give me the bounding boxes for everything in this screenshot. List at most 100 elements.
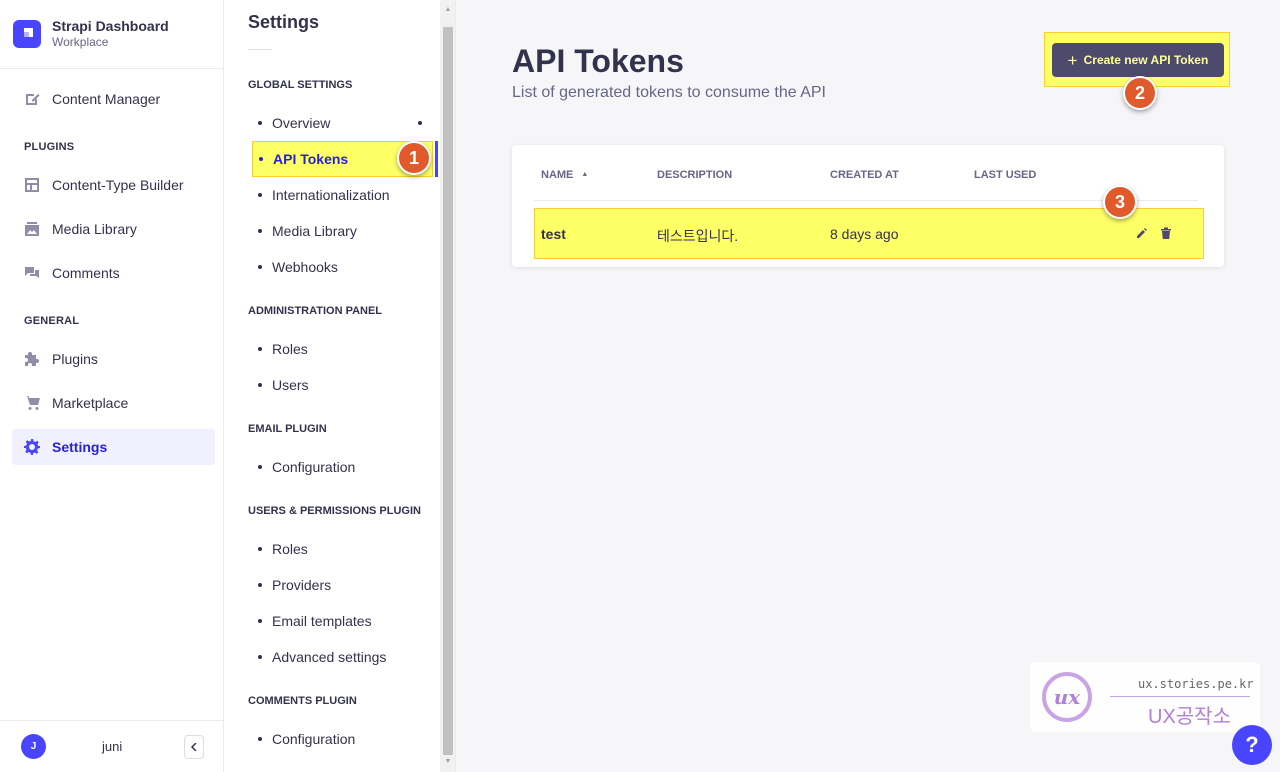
annotation-badge-2: 2 (1123, 76, 1157, 110)
column-header-last-used: LAST USED (974, 169, 1037, 181)
settings-subnav: Settings GLOBAL SETTINGS Overview API To… (224, 0, 456, 772)
subnav-item-label: Webhooks (272, 259, 338, 275)
scrollbar-thumb[interactable] (443, 27, 453, 755)
bullet (259, 157, 263, 161)
plus-icon: + (1067, 50, 1078, 70)
subnav-item-label: Users (272, 377, 309, 393)
bullet (258, 583, 262, 587)
brand-title: Strapi Dashboard (52, 18, 169, 34)
subnav-item-label: Media Library (272, 223, 357, 239)
subnav-item-roles[interactable]: Roles (252, 331, 438, 367)
bullet (258, 383, 262, 387)
subnav-item-label: Providers (272, 577, 332, 593)
image-icon (23, 220, 41, 238)
active-indicator (435, 141, 438, 177)
watermark-divider (1110, 696, 1250, 697)
nav-content-type-builder[interactable]: Content-Type Builder (12, 167, 215, 203)
bullet (258, 265, 262, 269)
pen-note-icon (23, 90, 41, 108)
subnav-item-overview[interactable]: Overview (252, 105, 438, 141)
bullet (258, 547, 262, 551)
nav-plugins-label: Plugins (52, 351, 98, 367)
subnav-item-internationalization[interactable]: Internationalization (252, 177, 438, 213)
collapse-sidebar-button[interactable] (184, 735, 204, 759)
subnav-item-label: Overview (272, 115, 331, 131)
nav-marketplace[interactable]: Marketplace (12, 385, 215, 421)
nav-comments-label: Comments (52, 265, 120, 281)
annotation-badge-3: 3 (1103, 185, 1137, 219)
nav-settings[interactable]: Settings (12, 429, 215, 465)
brand-header: Strapi Dashboard Workplace (0, 0, 223, 69)
nav-plugins[interactable]: Plugins (12, 341, 215, 377)
watermark-url: ux.stories.pe.kr (1138, 677, 1254, 691)
watermark-name: UX공작소 (1148, 706, 1231, 728)
section-administration-panel: ADMINISTRATION PANEL (248, 305, 383, 317)
table-row[interactable]: test 테스트입니다. 8 days ago (534, 208, 1204, 259)
subnav-item-comments-configuration[interactable]: Configuration (252, 721, 438, 757)
pencil-icon[interactable] (1135, 226, 1149, 240)
subnav-item-label: API Tokens (273, 151, 349, 167)
cell-description: 테스트입니다. (657, 228, 739, 244)
trash-icon[interactable] (1159, 226, 1173, 240)
subnav-title: Settings (248, 12, 320, 32)
nav-media-library[interactable]: Media Library (12, 211, 215, 247)
page-title: API Tokens (512, 43, 684, 79)
scroll-up-arrow-icon[interactable]: ▲ (443, 5, 453, 15)
sort-ascending-icon[interactable]: ▲ (581, 171, 588, 178)
cell-name: test (541, 226, 566, 242)
puzzle-icon (23, 350, 41, 368)
subnav-item-media-library[interactable]: Media Library (252, 213, 438, 249)
bullet (258, 121, 262, 125)
nav-section-general: GENERAL (24, 315, 80, 327)
nav-section-plugins: PLUGINS (24, 141, 75, 153)
brand-subtitle: Workplace (52, 35, 109, 49)
table-header-divider (534, 200, 1198, 201)
subnav-item-label: Roles (272, 341, 308, 357)
bullet (258, 347, 262, 351)
section-comments-plugin: COMMENTS PLUGIN (248, 695, 357, 707)
subnav-item-email-configuration[interactable]: Configuration (252, 449, 438, 485)
bullet (258, 193, 262, 197)
watermark-logo: ux (1042, 672, 1092, 722)
subnav-item-email-templates[interactable]: Email templates (252, 603, 438, 639)
subnav-item-label: Advanced settings (272, 649, 387, 665)
main-content: API Tokens List of generated tokens to c… (456, 0, 1280, 772)
watermark: ux ux.stories.pe.kr UX공작소 (1030, 662, 1260, 732)
indicator-dot (418, 121, 422, 125)
subnav-item-label: Internationalization (272, 187, 390, 203)
main-sidebar: Strapi Dashboard Workplace Content Manag… (0, 0, 224, 772)
nav-media-library-label: Media Library (52, 221, 137, 237)
chat-bubbles-icon (23, 264, 41, 282)
nav-content-manager[interactable]: Content Manager (12, 81, 215, 117)
column-header-description: DESCRIPTION (657, 169, 733, 181)
user-footer: J juni (0, 720, 224, 772)
chevron-left-icon (190, 743, 197, 751)
shopping-cart-icon (23, 394, 41, 412)
gear-icon (23, 438, 41, 456)
subnav-item-users[interactable]: Users (252, 367, 438, 403)
nav-content-manager-label: Content Manager (52, 91, 161, 107)
bullet (258, 465, 262, 469)
nav-settings-label: Settings (52, 439, 108, 455)
subnav-item-advanced-settings[interactable]: Advanced settings (252, 639, 438, 675)
subnav-item-up-roles[interactable]: Roles (252, 531, 438, 567)
username[interactable]: juni (102, 739, 122, 754)
create-api-token-button[interactable]: + Create new API Token (1052, 43, 1224, 77)
nav-marketplace-label: Marketplace (52, 395, 129, 411)
subnav-divider (248, 49, 272, 50)
subnav-item-webhooks[interactable]: Webhooks (252, 249, 438, 285)
subnav-item-label: Roles (272, 541, 308, 557)
bullet (258, 737, 262, 741)
section-global-settings: GLOBAL SETTINGS (248, 79, 353, 91)
column-header-name[interactable]: NAME ▲ (541, 169, 588, 181)
bullet (258, 619, 262, 623)
help-button[interactable]: ? (1232, 725, 1272, 765)
section-email-plugin: EMAIL PLUGIN (248, 423, 327, 435)
page-subtitle: List of generated tokens to consume the … (512, 84, 826, 101)
column-header-created-at: CREATED AT (830, 169, 899, 181)
nav-comments[interactable]: Comments (12, 255, 215, 291)
scroll-down-arrow-icon[interactable]: ▼ (443, 757, 453, 767)
subnav-item-label: Email templates (272, 613, 372, 629)
avatar[interactable]: J (21, 734, 46, 759)
subnav-item-providers[interactable]: Providers (252, 567, 438, 603)
